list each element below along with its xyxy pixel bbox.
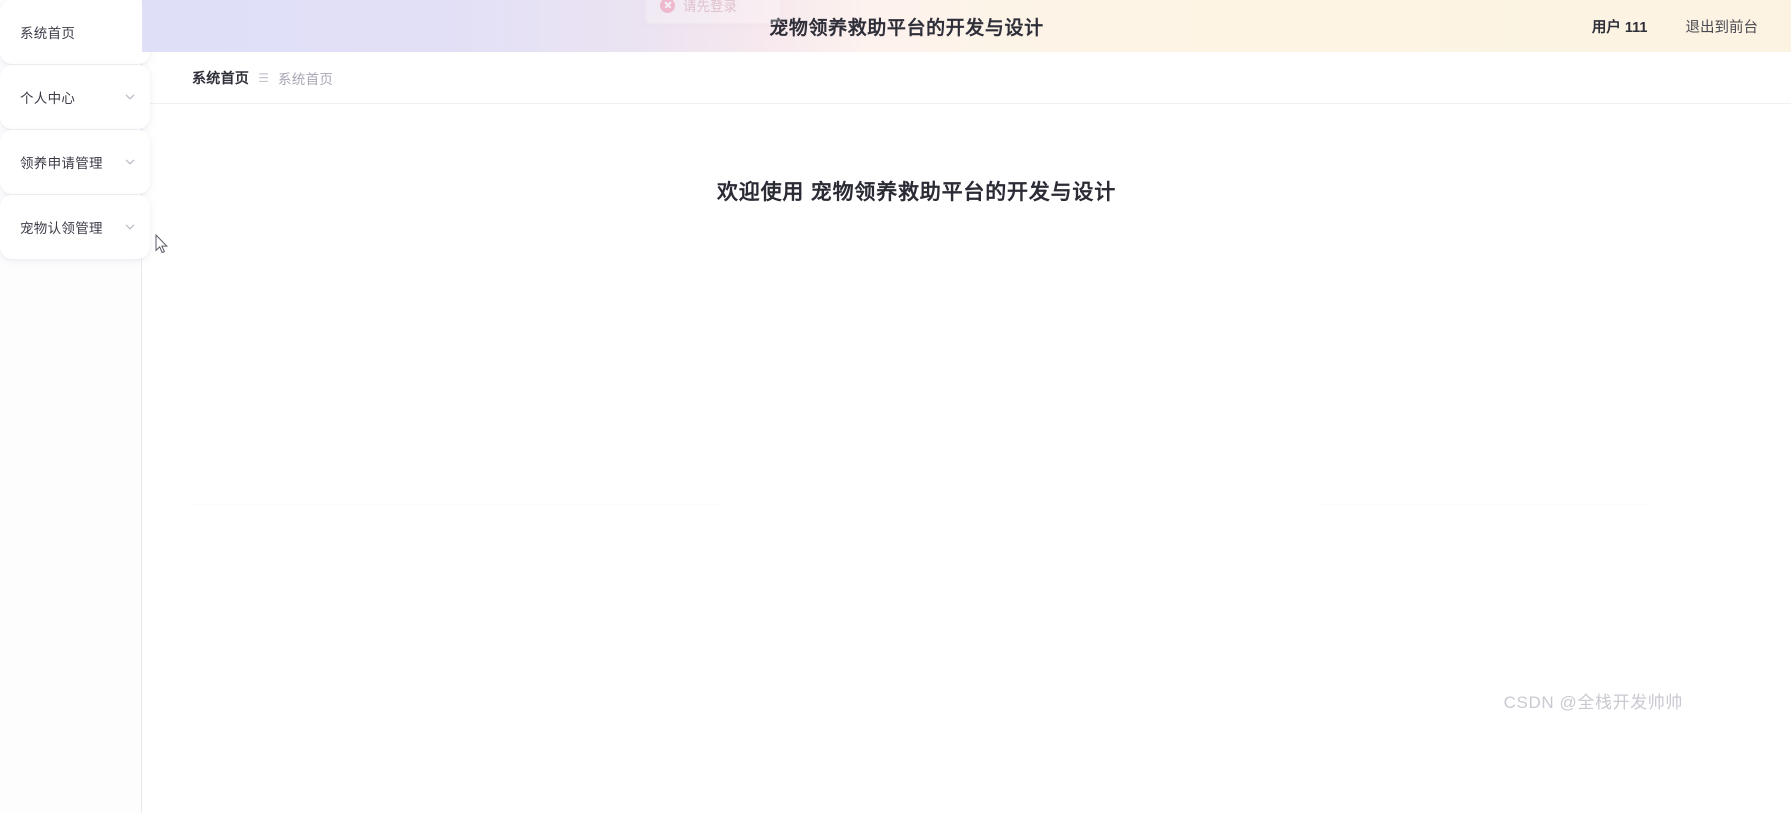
- content-divider: [190, 504, 720, 505]
- page-title: 宠物领养救助平台的开发与设计: [769, 17, 1044, 39]
- sidebar: 系统首页 个人中心 领养申请管理 宠物认领管理: [0, 0, 150, 813]
- toast-message: 请先登录: [683, 0, 737, 14]
- breadcrumb-item-home[interactable]: 系统首页: [278, 68, 333, 88]
- chevron-down-icon: [124, 156, 136, 168]
- sidebar-item-personal-center[interactable]: 个人中心: [0, 65, 150, 129]
- login-required-toast: 请先登录: [645, 0, 781, 24]
- sidebar-item-adoption-application-management[interactable]: 领养申请管理: [0, 130, 150, 194]
- content-divider: [1320, 504, 1650, 505]
- chevron-down-icon: [124, 91, 136, 103]
- close-circle-icon: [660, 0, 675, 13]
- sidebar-item-label: 领养申请管理: [20, 156, 103, 171]
- chevron-down-icon: [124, 221, 136, 233]
- admin-dashboard-page: 系统首页 个人中心 领养申请管理 宠物认领管理 宠物领养救助平台的开发与设计 用…: [0, 0, 1791, 813]
- breadcrumb: 系统首页 ☰ 系统首页: [142, 52, 1791, 104]
- sidebar-item-label: 宠物认领管理: [20, 221, 103, 236]
- welcome-heading: 欢迎使用 宠物领养救助平台的开发与设计: [716, 181, 1117, 204]
- sidebar-item-home[interactable]: 系统首页: [0, 0, 150, 64]
- header-actions: 用户 111 退出到前台 退出: [1592, 0, 1791, 52]
- sidebar-menu: 系统首页 个人中心 领养申请管理 宠物认领管理: [0, 0, 150, 259]
- sidebar-item-pet-claim-management[interactable]: 宠物认领管理: [0, 195, 150, 259]
- sidebar-item-label: 系统首页: [20, 26, 76, 41]
- breadcrumb-separator-icon: ☰: [258, 70, 269, 85]
- watermark: CSDN @全栈开发帅帅: [1503, 693, 1683, 712]
- current-user-label[interactable]: 用户 111: [1592, 16, 1648, 37]
- logout-to-frontend-button[interactable]: 退出到前台: [1686, 16, 1759, 37]
- sidebar-item-label: 个人中心: [20, 91, 76, 106]
- breadcrumb-current: 系统首页: [192, 69, 250, 86]
- top-header: 宠物领养救助平台的开发与设计 用户 111 退出到前台 退出: [142, 0, 1791, 52]
